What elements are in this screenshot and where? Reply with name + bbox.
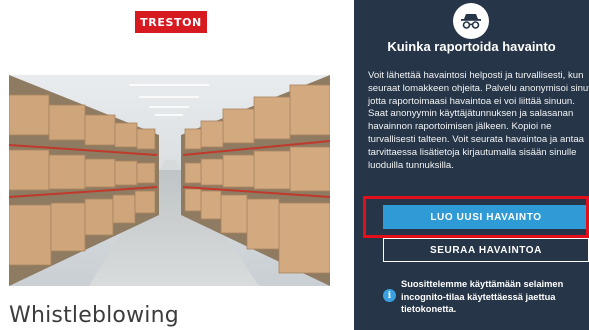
reporting-panel: Kuinka raportoida havainto Voit lähettää… xyxy=(354,0,589,330)
panel-title: Kuinka raportoida havainto xyxy=(387,39,556,54)
page-title: Whistleblowing xyxy=(9,303,179,328)
treston-logo[interactable]: TRESTON xyxy=(135,11,207,33)
panel-description: Voit lähettää havaintosi helposti ja tur… xyxy=(368,70,589,171)
incognito-icon xyxy=(453,3,489,39)
left-content: TRESTON Whistleblowing xyxy=(0,0,346,330)
info-icon: i xyxy=(383,289,396,302)
warehouse-photo xyxy=(9,75,330,286)
follow-report-button[interactable]: SEURAA HAVAINTOA xyxy=(383,238,589,262)
incognito-recommendation: Suosittelemme käyttämään selaimen incogn… xyxy=(401,279,564,315)
new-report-highlight xyxy=(363,196,589,238)
